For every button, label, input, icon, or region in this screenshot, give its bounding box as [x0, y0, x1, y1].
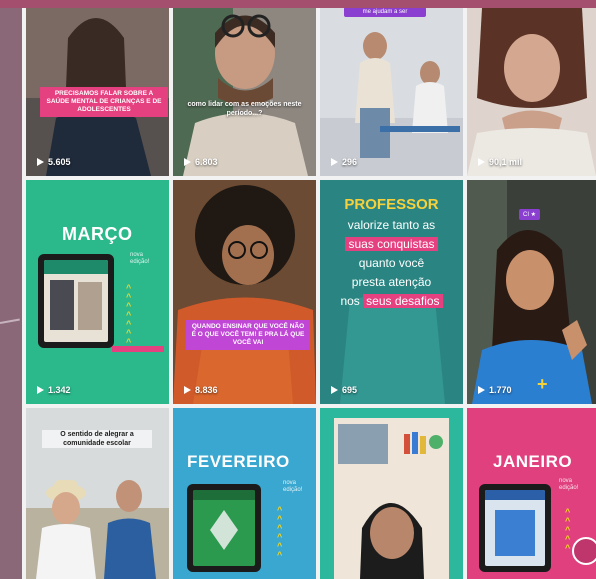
- curly-hair-woman-photo: [173, 180, 316, 404]
- video-caption: como lidar com as emoções neste período.…: [187, 101, 302, 118]
- video-caption: PRECISAMOS FALAR SOBRE A SAÚDE MENTAL DE…: [40, 87, 168, 118]
- reel-tile[interactable]: + CI ★ 1.770: [467, 180, 596, 404]
- classroom-photo: [320, 8, 463, 176]
- circle-icon[interactable]: [572, 537, 596, 565]
- reel-tile[interactable]: como lidar com as emoções neste período.…: [173, 8, 316, 176]
- reels-grid: PRECISAMOS FALAR SOBRE A SAÚDE MENTAL DE…: [22, 8, 596, 579]
- view-count: 90,1 mil: [478, 157, 522, 167]
- view-count: 296: [331, 157, 357, 167]
- play-icon: [37, 158, 44, 166]
- chevron-up-arrows-icon: ^ ^ ^ ^ ^: [565, 507, 571, 553]
- poster-title: PROFESSOR: [344, 196, 439, 213]
- reel-tile[interactable]: 90,1 mil: [467, 8, 596, 176]
- reel-tile[interactable]: me ajudam a ser 296: [320, 8, 463, 176]
- reel-tile[interactable]: FEVEREIRO nova edição! ^ ^ ^ ^ ^ ^: [173, 408, 316, 579]
- view-count: 5.605: [37, 157, 71, 167]
- poster-line: quanto você: [358, 256, 425, 270]
- view-count: 695: [331, 385, 357, 395]
- reel-tile[interactable]: MARÇO nova edição! ^ ^ ^ ^ ^ ^ ^ 1.342: [26, 180, 169, 404]
- chevron-up-arrows-icon: ^ ^ ^ ^ ^ ^: [277, 505, 283, 560]
- thinking-woman-photo: [467, 8, 596, 176]
- play-icon: [331, 386, 338, 394]
- magazine-tablet: [38, 254, 114, 348]
- reel-tile[interactable]: JANEIRO nova edição! ^ ^ ^ ^ ^: [467, 408, 596, 579]
- edition-label: nova edição!: [130, 252, 150, 266]
- magazine-tablet: [187, 484, 261, 572]
- month-title: FEVEREIRO: [187, 452, 290, 471]
- edition-label: nova edição!: [559, 478, 579, 492]
- play-icon: [478, 386, 485, 394]
- scrubs-background-photo: [320, 180, 463, 404]
- view-count: 8.836: [184, 385, 218, 395]
- play-icon: [184, 386, 191, 394]
- poster-line: suas conquistas: [320, 237, 463, 251]
- reel-tile[interactable]: [320, 408, 463, 579]
- month-title: MARÇO: [62, 224, 133, 244]
- view-count: 1.342: [37, 385, 71, 395]
- reel-tile[interactable]: PROFESSOR valorize tanto as suas conquis…: [320, 180, 463, 404]
- caption-tag: me ajudam a ser: [344, 8, 426, 17]
- chevron-up-arrows-icon: ^ ^ ^ ^ ^ ^ ^: [126, 283, 132, 347]
- link-bar: [112, 346, 164, 352]
- reel-tile[interactable]: PRECISAMOS FALAR SOBRE A SAÚDE MENTAL DE…: [26, 8, 169, 176]
- video-caption: O sentido de alegrar a comunidade escola…: [42, 430, 152, 449]
- svg-text:+: +: [537, 374, 548, 394]
- reel-tile[interactable]: QUANDO ENSINAR QUE VOCÊ NÃO É O QUE VOCÊ…: [173, 180, 316, 404]
- man-glasses-photo: [173, 8, 316, 176]
- magazine-tablet: [479, 484, 551, 572]
- view-count: 1.770: [478, 385, 512, 395]
- logo-tag: CI ★: [519, 209, 541, 220]
- play-icon: [331, 158, 338, 166]
- poster-line: presta atenção: [351, 275, 432, 289]
- view-count: 6.803: [184, 157, 218, 167]
- woman-bookshelf-photo: [320, 408, 463, 579]
- edition-label: nova edição!: [283, 480, 303, 494]
- poster-line: valorize tanto as: [347, 218, 436, 232]
- play-icon: [37, 386, 44, 394]
- reel-tile[interactable]: O sentido de alegrar a comunidade escola…: [26, 408, 169, 579]
- top-bar: [0, 0, 596, 8]
- connector-line: [0, 318, 20, 324]
- month-title: JANEIRO: [493, 452, 573, 471]
- video-caption: QUANDO ENSINAR QUE VOCÊ NÃO É O QUE VOCÊ…: [186, 320, 310, 351]
- play-icon: [184, 158, 191, 166]
- poster-line: nos seus desafios: [320, 294, 463, 308]
- play-icon: [478, 158, 485, 166]
